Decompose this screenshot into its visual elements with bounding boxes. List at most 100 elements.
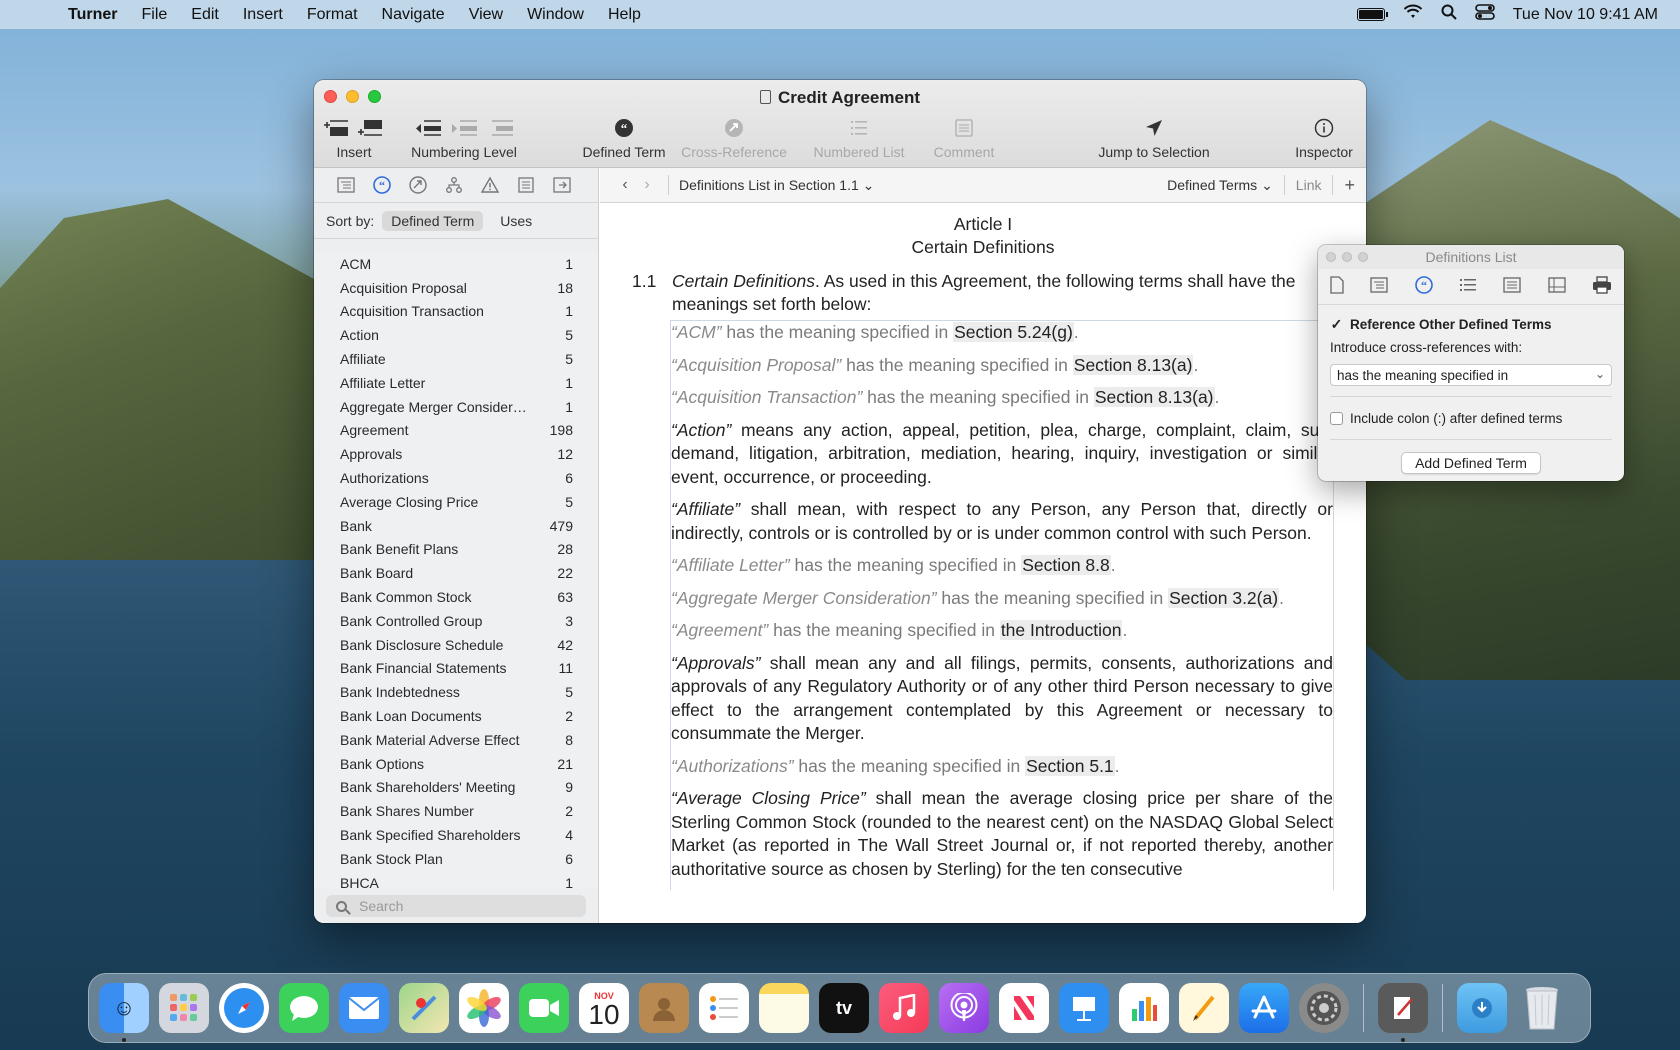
menubar-clock[interactable]: Tue Nov 10 9:41 AM (1513, 6, 1658, 24)
insert-button[interactable]: Insert (324, 116, 384, 160)
calendar-icon[interactable]: NOV 10 (579, 983, 629, 1033)
back-arrow-icon[interactable]: ‹ (614, 176, 636, 194)
term-list-item[interactable]: Acquisition Transaction 1 (314, 300, 598, 324)
defined-term[interactable]: “Approvals” (671, 653, 760, 673)
keynote-icon[interactable] (1059, 983, 1109, 1033)
sidebar-cross-references-icon[interactable] (406, 175, 430, 195)
sidebar-hierarchy-icon[interactable] (442, 175, 466, 195)
menu-window[interactable]: Window (515, 6, 596, 24)
defined-term[interactable]: “Acquisition Proposal” (671, 355, 841, 375)
sidebar-warnings-icon[interactable] (478, 175, 502, 195)
sort-defined-term-button[interactable]: Defined Term (382, 210, 484, 231)
definition-paragraph[interactable]: “Affiliate” shall mean, with respect to … (671, 498, 1333, 545)
panel-paragraph-icon[interactable] (1503, 276, 1521, 297)
sidebar-outline-icon[interactable] (334, 175, 358, 195)
battery-icon[interactable] (1356, 8, 1388, 21)
defined-term[interactable]: “Affiliate Letter” (671, 555, 790, 575)
menu-insert[interactable]: Insert (231, 6, 295, 24)
term-list-item[interactable]: Aggregate Merger Considerati... 1 (314, 395, 598, 419)
panel-print-icon[interactable] (1592, 275, 1612, 298)
wifi-icon[interactable] (1403, 4, 1423, 25)
term-list-item[interactable]: Affiliate Letter 1 (314, 371, 598, 395)
turner-app-icon[interactable] (1378, 983, 1428, 1042)
reference-other-terms-checkbox[interactable]: ✓ (1330, 316, 1343, 332)
downloads-folder-icon[interactable] (1457, 983, 1507, 1033)
defined-term[interactable]: “Agreement” (671, 620, 768, 640)
app-store-icon[interactable] (1239, 983, 1289, 1033)
link-button[interactable]: Link (1285, 177, 1333, 193)
definition-paragraph[interactable]: “Action” means any action, appeal, petit… (671, 419, 1333, 490)
term-list-item[interactable]: Bank Loan Documents 2 (314, 704, 598, 728)
term-list-item[interactable]: Bank Benefit Plans 28 (314, 538, 598, 562)
inspector-button[interactable]: Inspector (1289, 116, 1359, 160)
trash-icon[interactable] (1517, 983, 1567, 1033)
term-list-item[interactable]: Bank Material Adverse Effect 8 (314, 728, 598, 752)
safari-icon[interactable] (219, 983, 269, 1033)
sidebar-comments-icon[interactable] (514, 175, 538, 195)
term-list-item[interactable]: Bank Controlled Group 3 (314, 609, 598, 633)
menu-view[interactable]: View (457, 6, 515, 24)
term-list-item[interactable]: Authorizations 6 (314, 466, 598, 490)
defined-term[interactable]: “Authorizations” (671, 756, 794, 776)
cross-reference-link[interactable]: Section 8.13(a) (1093, 387, 1215, 407)
panel-zoom-button[interactable] (1358, 252, 1368, 262)
photos-icon[interactable] (459, 983, 509, 1033)
defined-terms-filter[interactable]: Defined Terms ⌄ (1156, 177, 1284, 194)
podcasts-icon[interactable] (939, 983, 989, 1033)
control-center-icon[interactable] (1474, 4, 1495, 25)
panel-defined-terms-icon[interactable]: “ (1414, 275, 1433, 298)
system-preferences-icon[interactable] (1299, 983, 1349, 1033)
term-list-item[interactable]: Agreement 198 (314, 419, 598, 443)
panel-outline-icon[interactable] (1370, 276, 1388, 297)
news-icon[interactable] (999, 983, 1049, 1033)
term-list-item[interactable]: Bank Specified Shareholders 4 (314, 823, 598, 847)
panel-layout-icon[interactable] (1547, 276, 1566, 297)
defined-term[interactable]: “Aggregate Merger Consideration” (671, 588, 937, 608)
include-colon-checkbox[interactable] (1330, 411, 1343, 425)
term-list-item[interactable]: Acquisition Proposal 18 (314, 276, 598, 300)
defined-term[interactable]: “Average Closing Price” (671, 788, 866, 808)
sidebar-defined-terms-icon[interactable]: “ (370, 175, 394, 195)
comment-button[interactable]: Comment (924, 116, 1004, 160)
term-list-item[interactable]: Bank Common Stock 63 (314, 585, 598, 609)
sidebar-export-icon[interactable] (550, 175, 574, 195)
term-list-item[interactable]: Bank Financial Statements 11 (314, 657, 598, 681)
add-icon[interactable]: + (1333, 175, 1366, 196)
term-list-item[interactable]: ACM 1 (314, 252, 598, 276)
term-list-item[interactable]: Bank Shares Number 2 (314, 799, 598, 823)
definition-cross-reference[interactable]: “Acquisition Transaction” has the meanin… (671, 386, 1333, 410)
defined-term[interactable]: “ACM” (671, 322, 722, 342)
cross-reference-button[interactable]: Cross-Reference (674, 116, 794, 160)
numbered-list-button[interactable]: Numbered List (804, 116, 914, 160)
term-list-item[interactable]: Affiliate 5 (314, 347, 598, 371)
messages-icon[interactable] (279, 983, 329, 1033)
reminders-icon[interactable] (699, 983, 749, 1033)
document-body[interactable]: Article I Certain Definitions 1.1 Certai… (600, 204, 1366, 923)
finder-icon[interactable]: ☺ (99, 983, 149, 1042)
panel-minimize-button[interactable] (1342, 252, 1352, 262)
music-icon[interactable] (879, 983, 929, 1033)
term-list-item[interactable]: Approvals 12 (314, 442, 598, 466)
definition-cross-reference[interactable]: “Authorizations” has the meaning specifi… (671, 755, 1333, 779)
contacts-icon[interactable] (639, 983, 689, 1033)
sidebar-search-field[interactable]: Search (326, 895, 586, 917)
panel-list-icon[interactable] (1459, 277, 1477, 297)
include-colon-option[interactable]: Include colon (:) after defined terms (1330, 407, 1612, 429)
cross-reference-link[interactable]: Section 8.13(a) (1072, 354, 1194, 375)
menu-navigate[interactable]: Navigate (370, 6, 457, 24)
term-list-item[interactable]: Bank Board 22 (314, 561, 598, 585)
mail-icon[interactable] (339, 983, 389, 1033)
apple-tv-icon[interactable]: tv (819, 983, 869, 1033)
term-list-item[interactable]: Bank Indebtedness 5 (314, 680, 598, 704)
breadcrumb-location[interactable]: Definitions List in Section 1.1 ⌄ (679, 177, 874, 194)
term-list-item[interactable]: Bank Stock Plan 6 (314, 847, 598, 871)
definition-cross-reference[interactable]: “Affiliate Letter” has the meaning speci… (671, 554, 1333, 578)
forward-arrow-icon[interactable]: › (636, 176, 658, 194)
term-list-item[interactable]: Action 5 (314, 323, 598, 347)
definition-cross-reference[interactable]: “Agreement” has the meaning specified in… (671, 619, 1333, 643)
term-list-item[interactable]: Bank Shareholders' Meeting 9 (314, 776, 598, 800)
term-list-item[interactable]: BHCA 1 (314, 871, 598, 889)
cross-reference-link[interactable]: the Introduction (999, 620, 1123, 640)
reference-other-terms-option[interactable]: ✓ Reference Other Defined Terms (1330, 313, 1612, 335)
numbers-icon[interactable] (1119, 983, 1169, 1033)
